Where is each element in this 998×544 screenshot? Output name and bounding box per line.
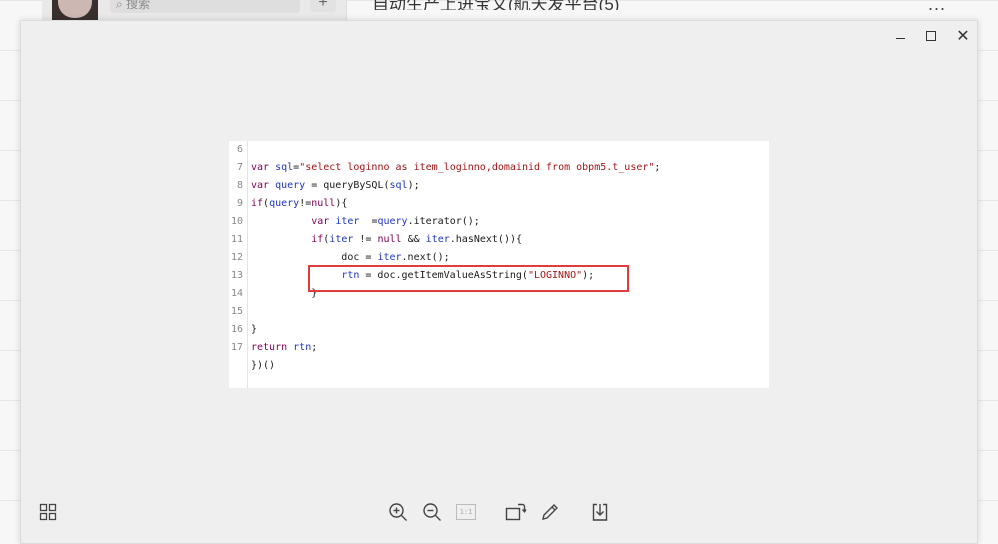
- code-token: doc =: [251, 252, 378, 263]
- code-text: if(query!=null){: [251, 195, 347, 213]
- maximize-icon: [926, 31, 936, 41]
- code-token: return: [251, 342, 294, 353]
- code-token: var: [311, 216, 336, 227]
- line-number: 17: [230, 342, 243, 353]
- minimize-icon: [895, 37, 905, 39]
- line-number: 14: [230, 288, 243, 299]
- line-number: 11: [230, 234, 243, 245]
- edit-button[interactable]: [539, 501, 561, 523]
- code-token: query: [275, 180, 306, 191]
- chat-title: 自动生产上进宝文(航天发平台(5): [372, 0, 620, 10]
- code-token: sql: [389, 180, 408, 191]
- code-screenshot: 6 7 var sql="select loginno as item_loginn…: [229, 141, 769, 388]
- zoom-out-button[interactable]: [421, 501, 443, 523]
- more-options-button[interactable]: ...: [928, 0, 946, 15]
- code-token: if: [251, 198, 264, 209]
- avatar[interactable]: [52, 0, 98, 20]
- edit-icon: [542, 504, 558, 520]
- code-token: &&: [401, 234, 426, 245]
- code-text: if(iter != null && iter.hasNext()){: [251, 231, 522, 249]
- code-token: iter: [335, 216, 360, 227]
- search-input[interactable]: ⌕ 搜索: [110, 0, 300, 13]
- search-placeholder: 搜索: [126, 0, 151, 11]
- code-token: query: [377, 216, 408, 227]
- code-token: "select loginno as item_loginno,domainid…: [299, 162, 655, 173]
- download-button[interactable]: [589, 501, 611, 523]
- minimize-button[interactable]: [889, 25, 911, 47]
- code-token: .next();: [401, 252, 450, 263]
- code-token: = queryBySQL(: [305, 180, 390, 191]
- code-token: =: [359, 216, 378, 227]
- line-number: 15: [230, 306, 243, 317]
- code-token: ;: [654, 162, 661, 173]
- code-token: .hasNext()){: [449, 234, 523, 245]
- rotate-button[interactable]: [505, 501, 527, 523]
- line-number: 9: [236, 198, 243, 209]
- code-token: !=: [353, 234, 378, 245]
- line-number: 13: [230, 270, 243, 281]
- code-token: sql: [275, 162, 294, 173]
- add-button[interactable]: +: [310, 0, 336, 12]
- code-token: var: [251, 180, 276, 191]
- code-text: }: [251, 321, 257, 339]
- line-number: 16: [230, 324, 243, 335]
- highlight-box: [308, 265, 629, 292]
- line-number: 6: [236, 144, 243, 155]
- code-token: iter: [425, 234, 450, 245]
- code-token: null: [377, 234, 402, 245]
- download-icon: [592, 503, 608, 521]
- code-token: iter: [329, 234, 354, 245]
- code-token: ){: [335, 198, 348, 209]
- image-viewer-window: ✕ 6 7 var sql="select loginno as item_logi…: [20, 20, 978, 544]
- code-token: .iterator();: [407, 216, 480, 227]
- zoom-out-icon: [423, 503, 441, 521]
- maximize-button[interactable]: [920, 25, 942, 47]
- code-text: return rtn;: [251, 339, 317, 357]
- code-text: var sql="select loginno as item_loginno,…: [251, 159, 660, 177]
- code-token: }: [251, 324, 258, 335]
- code-token: query: [269, 198, 300, 209]
- code-text: })(): [251, 357, 275, 375]
- zoom-in-button[interactable]: [387, 501, 409, 523]
- code-text: var query = queryBySQL(sql);: [251, 177, 420, 195]
- code-token: var: [251, 162, 276, 173]
- line-number: 7: [236, 162, 243, 173]
- rotate-icon: [505, 503, 527, 521]
- actual-size-button[interactable]: 1:1: [455, 501, 477, 523]
- code-token: if: [311, 234, 324, 245]
- code-token: ;: [311, 342, 318, 353]
- code-token: null: [311, 198, 336, 209]
- code-token: iter: [377, 252, 402, 263]
- code-text: var iter =query.iterator();: [251, 213, 480, 231]
- grid-view-icon: [39, 503, 57, 521]
- code-token: !=: [299, 198, 312, 209]
- code-token: rtn: [293, 342, 312, 353]
- actual-size-icon: 1:1: [456, 504, 476, 520]
- line-number: 8: [236, 180, 243, 191]
- grid-view-button[interactable]: [37, 501, 59, 523]
- search-icon: ⌕: [116, 0, 123, 11]
- code-token: })(): [251, 360, 276, 371]
- code-token: );: [407, 180, 420, 191]
- close-button[interactable]: ✕: [952, 25, 974, 47]
- line-number: 10: [230, 216, 243, 227]
- zoom-in-icon: [389, 503, 407, 521]
- line-number: 12: [230, 252, 243, 263]
